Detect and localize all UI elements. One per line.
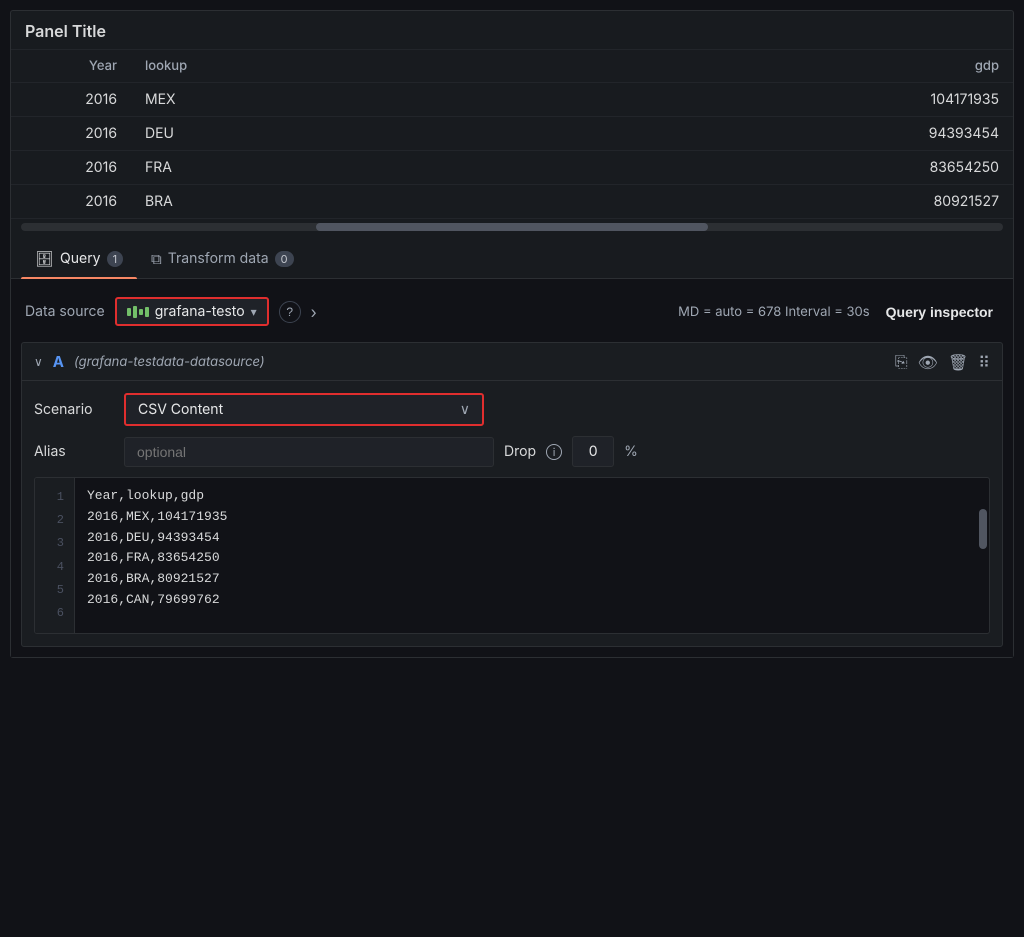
csv-line: 2016,CAN,79699762 — [87, 590, 977, 611]
scenario-value: CSV Content — [138, 401, 452, 418]
datasource-selector[interactable]: grafana-testo ▾ — [115, 297, 269, 326]
csv-line: 2016,BRA,80921527 — [87, 569, 977, 590]
data-table-scroll: Year lookup gdp 2016MEX1041719352016DEU9… — [11, 50, 1013, 219]
col-lookup: lookup — [131, 50, 411, 83]
data-table: Year lookup gdp 2016MEX1041719352016DEU9… — [11, 50, 1013, 219]
scenario-row: Scenario CSV Content ∨ — [34, 393, 990, 426]
csv-line: 2016,MEX,104171935 — [87, 507, 977, 528]
datasource-row: Data source grafana-testo ▾ ? › MD = aut… — [21, 289, 1003, 334]
table-cell: BRA — [131, 185, 411, 219]
tabs-bar: 🗄 Query 1 ⧉ Transform data 0 — [11, 239, 1013, 279]
col-gdp: gdp — [411, 50, 1013, 83]
line-number: 6 — [35, 602, 74, 625]
transform-icon: ⧉ — [151, 249, 162, 268]
table-row: 2016MEX104171935 — [11, 83, 1013, 117]
help-button[interactable]: ? — [279, 301, 301, 323]
line-number: 1 — [35, 486, 74, 509]
query-editor: Data source grafana-testo ▾ ? › MD = aut… — [11, 279, 1013, 657]
copy-icon[interactable]: ⎘ — [895, 351, 908, 372]
scrollbar-thumb[interactable] — [316, 223, 709, 231]
vertical-scrollbar[interactable] — [979, 509, 987, 549]
csv-line: Year,lookup,gdp — [87, 486, 977, 507]
collapse-button[interactable]: ∨ — [34, 354, 43, 369]
table-row: 2016BRA80921527 — [11, 185, 1013, 219]
trash-icon[interactable]: 🗑 — [948, 352, 968, 372]
csv-line: 2016,DEU,94393454 — [87, 528, 977, 549]
scenario-chevron-icon: ∨ — [460, 401, 470, 418]
query-inspector-button[interactable]: Query inspector — [880, 300, 999, 324]
bar3 — [139, 309, 143, 315]
tab-transform[interactable]: ⧉ Transform data 0 — [137, 239, 308, 278]
query-fields: Scenario CSV Content ∨ Alias Drop i 0 % — [22, 381, 1002, 646]
csv-editor[interactable]: 123456 Year,lookup,gdp2016,MEX,104171935… — [34, 477, 990, 634]
line-number: 2 — [35, 509, 74, 532]
drop-value: 0 — [572, 436, 614, 467]
line-number: 4 — [35, 556, 74, 579]
tab-transform-badge: 0 — [275, 251, 294, 267]
scenario-label: Scenario — [34, 401, 114, 418]
query-actions: ⎘ 👁 🗑 ⠿ — [895, 351, 990, 372]
table-cell: 2016 — [11, 117, 131, 151]
table-cell: 2016 — [11, 185, 131, 219]
alias-row: Alias Drop i 0 % — [34, 436, 990, 467]
line-number: 3 — [35, 532, 74, 555]
bar2 — [133, 306, 137, 318]
table-row: 2016FRA83654250 — [11, 151, 1013, 185]
tab-transform-label: Transform data — [168, 250, 269, 267]
panel-title: Panel Title — [11, 11, 1013, 50]
tab-query[interactable]: 🗄 Query 1 — [21, 239, 137, 278]
drop-label: Drop — [504, 443, 536, 460]
arrow-right-icon: › — [311, 302, 317, 322]
table-cell: 94393454 — [411, 117, 1013, 151]
tab-query-badge: 1 — [107, 251, 123, 267]
panel-container: Panel Title Year lookup gdp 2016MEX10417… — [10, 10, 1014, 658]
drag-handle-icon[interactable]: ⠿ — [978, 352, 990, 372]
eye-icon[interactable]: 👁 — [918, 352, 938, 372]
col-year: Year — [11, 50, 131, 83]
horizontal-scrollbar[interactable] — [21, 223, 1003, 231]
query-datasource-name: (grafana-testdata-datasource) — [74, 354, 265, 370]
drop-pct: % — [624, 443, 638, 460]
datasource-meta: MD = auto = 678 Interval = 30s — [678, 304, 869, 320]
line-number: 5 — [35, 579, 74, 602]
query-letter: A — [53, 352, 64, 371]
line-numbers: 123456 — [35, 478, 75, 633]
bar1 — [127, 308, 131, 316]
alias-input[interactable] — [124, 437, 494, 467]
drop-info-icon[interactable]: i — [546, 444, 562, 460]
datasource-name: grafana-testo — [155, 303, 245, 320]
table-cell: 104171935 — [411, 83, 1013, 117]
database-icon: 🗄 — [35, 249, 54, 268]
chevron-down-icon: ▾ — [251, 304, 257, 319]
table-cell: 80921527 — [411, 185, 1013, 219]
tab-query-label: Query — [60, 250, 101, 267]
query-block-header: ∨ A (grafana-testdata-datasource) ⎘ 👁 🗑 … — [22, 343, 1002, 381]
table-cell: 2016 — [11, 151, 131, 185]
table-cell: MEX — [131, 83, 411, 117]
table-cell: 83654250 — [411, 151, 1013, 185]
alias-label: Alias — [34, 443, 114, 460]
table-cell: 2016 — [11, 83, 131, 117]
datasource-label: Data source — [25, 303, 105, 320]
grafana-bars-icon — [127, 306, 149, 318]
table-cell: DEU — [131, 117, 411, 151]
csv-line: 2016,FRA,83654250 — [87, 548, 977, 569]
table-cell: FRA — [131, 151, 411, 185]
query-block: ∨ A (grafana-testdata-datasource) ⎘ 👁 🗑 … — [21, 342, 1003, 647]
table-row: 2016DEU94393454 — [11, 117, 1013, 151]
bar4 — [145, 307, 149, 317]
csv-content[interactable]: Year,lookup,gdp2016,MEX,1041719352016,DE… — [75, 478, 989, 633]
scenario-selector[interactable]: CSV Content ∨ — [124, 393, 484, 426]
